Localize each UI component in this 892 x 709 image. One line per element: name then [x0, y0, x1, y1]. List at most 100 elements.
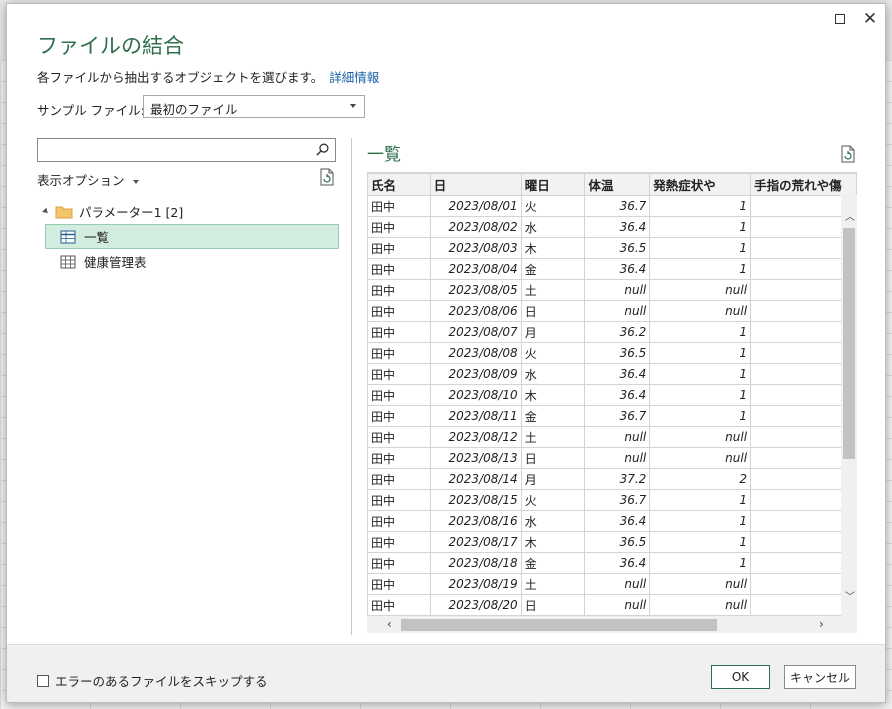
table-row: 田中 2023/08/20 日 null null [367, 594, 857, 616]
table-row: 田中 2023/08/16 水 36.4 1 [367, 510, 857, 532]
maximize-button[interactable] [829, 10, 851, 28]
table-cell: 田中 [367, 300, 431, 322]
table-cell: 2023/08/07 [429, 321, 522, 343]
table-cell: 1 [649, 489, 752, 511]
table-cell: 2 [649, 468, 752, 490]
skip-errors-checkbox[interactable]: エラーのあるファイルをスキップする [37, 671, 268, 690]
close-button[interactable]: ✕ [859, 9, 881, 29]
table-cell: 月 [520, 468, 586, 490]
more-info-link[interactable]: 詳細情報 [329, 70, 379, 85]
table-cell: 36.7 [584, 489, 651, 511]
table-row: 田中 2023/08/06 日 null null [367, 300, 857, 322]
table-cell: 木 [520, 531, 586, 553]
table-cell: 1 [649, 321, 752, 343]
table-cell: 田中 [367, 321, 431, 343]
chevron-down-icon [350, 104, 356, 108]
table-cell: 2023/08/10 [429, 384, 522, 406]
table-cell: 36.5 [584, 342, 651, 364]
description-text: 各ファイルから抽出するオブジェクトを選びます。 [37, 70, 324, 85]
table-row: 田中 2023/08/17 木 36.5 1 [367, 531, 857, 553]
table-cell: 日 [520, 300, 586, 322]
table-cell: 田中 [367, 510, 431, 532]
table-row: 田中 2023/08/05 土 null null [367, 279, 857, 301]
table-row: 田中 2023/08/09 水 36.4 1 [367, 363, 857, 385]
tree-folder[interactable]: パラメーター1 [2] [42, 199, 339, 224]
tree-item-label: 健康管理表 [84, 255, 147, 270]
table-cell: null [584, 279, 651, 301]
search-input[interactable] [37, 138, 336, 162]
table-cell: 36.4 [584, 258, 651, 280]
scroll-left-icon[interactable]: ‹ [387, 617, 392, 631]
scroll-up-icon[interactable]: ︿ [845, 208, 855, 223]
navigator-tree: パラメーター1 [2] 一覧 健康管理表 [42, 199, 339, 274]
table-cell: 火 [520, 342, 586, 364]
checkbox-icon[interactable] [37, 674, 49, 687]
table-cell: 36.4 [584, 363, 651, 385]
refresh-icon[interactable] [840, 145, 856, 163]
table-cell: 火 [520, 195, 586, 217]
table-cell: null [649, 300, 752, 322]
table-row: 田中 2023/08/03 木 36.5 1 [367, 237, 857, 259]
dialog-title: ファイルの結合 [37, 34, 184, 58]
table-cell: 1 [649, 258, 752, 280]
scroll-right-icon[interactable]: › [819, 617, 824, 631]
sheet-icon [60, 255, 76, 268]
column-header: 発熱症状や [649, 173, 752, 196]
tree-item-ichiran[interactable]: 一覧 [45, 224, 339, 249]
table-cell: null [584, 594, 651, 616]
scroll-thumb[interactable] [401, 619, 717, 631]
table-row: 田中 2023/08/01 火 36.7 1 [367, 195, 857, 217]
table-cell: 火 [520, 489, 586, 511]
column-header: 日 [429, 173, 522, 196]
table-cell: 2023/08/11 [429, 405, 522, 427]
horizontal-scrollbar[interactable]: ‹ › [367, 616, 857, 633]
table-cell: 37.2 [584, 468, 651, 490]
table-cell: 1 [649, 237, 752, 259]
folder-icon [55, 206, 73, 218]
table-cell: 金 [520, 552, 586, 574]
column-header: 氏名 [367, 173, 431, 196]
preview-table-container: 氏名 日 曜日 体温 発熱症状や 手指の荒れや傷 田中 2023/08/01 火 36… [367, 172, 857, 616]
table-cell: 田中 [367, 384, 431, 406]
cancel-button[interactable]: キャンセル [784, 665, 856, 689]
preview-table: 氏名 日 曜日 体温 発熱症状や 手指の荒れや傷 田中 2023/08/01 火 36… [367, 173, 857, 616]
table-cell: null [649, 279, 752, 301]
column-header: 曜日 [520, 173, 586, 196]
table-cell: 田中 [367, 279, 431, 301]
table-cell: 36.5 [584, 237, 651, 259]
table-cell: 2023/08/15 [429, 489, 522, 511]
table-cell: 田中 [367, 594, 431, 616]
table-cell: 田中 [367, 216, 431, 238]
table-cell: 田中 [367, 258, 431, 280]
table-cell: 田中 [367, 489, 431, 511]
scroll-down-icon[interactable]: ﹀ [845, 588, 855, 603]
table-row: 田中 2023/08/10 木 36.4 1 [367, 384, 857, 406]
table-cell: 金 [520, 258, 586, 280]
expand-icon[interactable] [42, 207, 50, 216]
table-cell: 土 [520, 279, 586, 301]
table-cell: 1 [649, 216, 752, 238]
table-icon [60, 230, 76, 243]
table-cell: 36.4 [584, 552, 651, 574]
refresh-icon[interactable] [319, 168, 335, 186]
table-cell: 2023/08/12 [429, 426, 522, 448]
table-row: 田中 2023/08/18 金 36.4 1 [367, 552, 857, 574]
table-cell: null [649, 447, 752, 469]
view-options-label: 表示オプション [37, 173, 125, 188]
table-cell: 2023/08/18 [429, 552, 522, 574]
table-cell: 2023/08/19 [429, 573, 522, 595]
sample-file-select[interactable]: 最初のファイル [143, 95, 365, 118]
ok-button[interactable]: OK [711, 665, 770, 689]
column-header: 手指の荒れや傷 [750, 173, 857, 196]
tree-item-kenko[interactable]: 健康管理表 [43, 249, 339, 274]
pane-divider[interactable] [351, 138, 352, 635]
table-cell: 水 [520, 363, 586, 385]
table-row: 田中 2023/08/19 土 null null [367, 573, 857, 595]
scroll-thumb[interactable] [843, 228, 855, 459]
table-cell: 36.7 [584, 405, 651, 427]
vertical-scrollbar[interactable]: ︿ ﹀ [841, 194, 857, 616]
view-options-dropdown[interactable]: 表示オプション [37, 170, 139, 189]
table-cell: 1 [649, 384, 752, 406]
table-row: 田中 2023/08/14 月 37.2 2 [367, 468, 857, 490]
table-row: 田中 2023/08/07 月 36.2 1 [367, 321, 857, 343]
